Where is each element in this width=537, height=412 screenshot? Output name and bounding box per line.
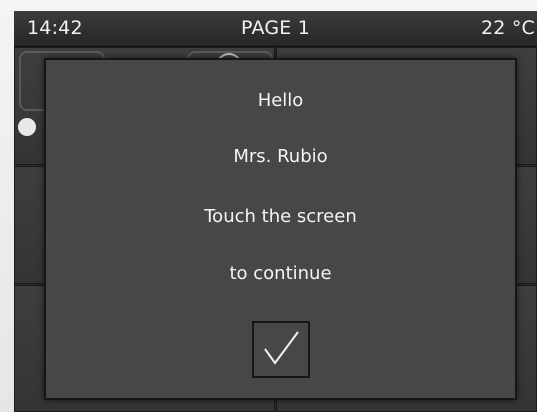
- confirm-button[interactable]: [252, 321, 310, 378]
- greeting-text: Hello: [257, 90, 304, 111]
- temperature-readout: 22 °C: [481, 17, 535, 39]
- checkmark-icon: [264, 331, 299, 365]
- page-title: PAGE 1: [241, 17, 310, 39]
- light-icon: [18, 118, 36, 136]
- instruction-text: Touch the screen: [204, 206, 357, 227]
- touch-screen[interactable]: 14:42 PAGE 1 22 °C Hello Mrs. Rubio Touc…: [14, 11, 537, 412]
- status-bar: 14:42 PAGE 1 22 °C: [14, 11, 537, 47]
- instruction-text-continued: to continue: [229, 263, 332, 284]
- welcome-dialog[interactable]: Hello Mrs. Rubio Touch the screen to con…: [44, 58, 517, 400]
- user-name-text: Mrs. Rubio: [233, 146, 328, 167]
